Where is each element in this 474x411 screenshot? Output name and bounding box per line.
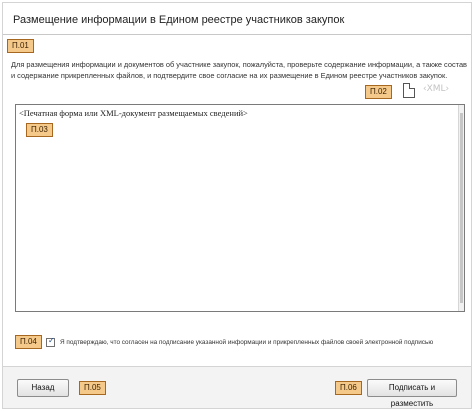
preview-placeholder: <Печатная форма или XML-документ размеща… [19,108,248,118]
scrollbar-thumb[interactable] [460,113,463,303]
consent-checkbox[interactable]: ✓ [46,336,55,347]
dialog-title-bar: Размещение информации в Едином реестре у… [3,3,471,35]
checkmark-icon: ✓ [48,336,55,345]
marker-p06: П.06 [335,381,362,395]
dialog-title: Размещение информации в Едином реестре у… [13,14,345,26]
xml-icon[interactable]: ‹XML› [423,84,449,94]
marker-p04: П.04 [15,335,42,349]
document-icon[interactable] [403,83,415,98]
dialog-footer: Назад П.05 П.06 Подписать и разместить [3,366,471,408]
placement-dialog: Размещение информации в Едином реестре у… [2,2,472,409]
document-preview[interactable]: <Печатная форма или XML-документ размеща… [15,104,465,312]
consent-label: Я подтверждаю, что согласен на подписани… [60,339,434,346]
marker-p03: П.03 [26,123,53,137]
back-button[interactable]: Назад [17,379,69,397]
preview-scrollbar[interactable] [458,105,464,311]
marker-p02: П.02 [365,85,392,99]
marker-p01: П.01 [7,39,34,53]
instruction-text: Для размещения информации и документов о… [11,60,467,80]
sign-and-place-button[interactable]: Подписать и разместить [367,379,457,408]
marker-p05: П.05 [79,381,106,395]
